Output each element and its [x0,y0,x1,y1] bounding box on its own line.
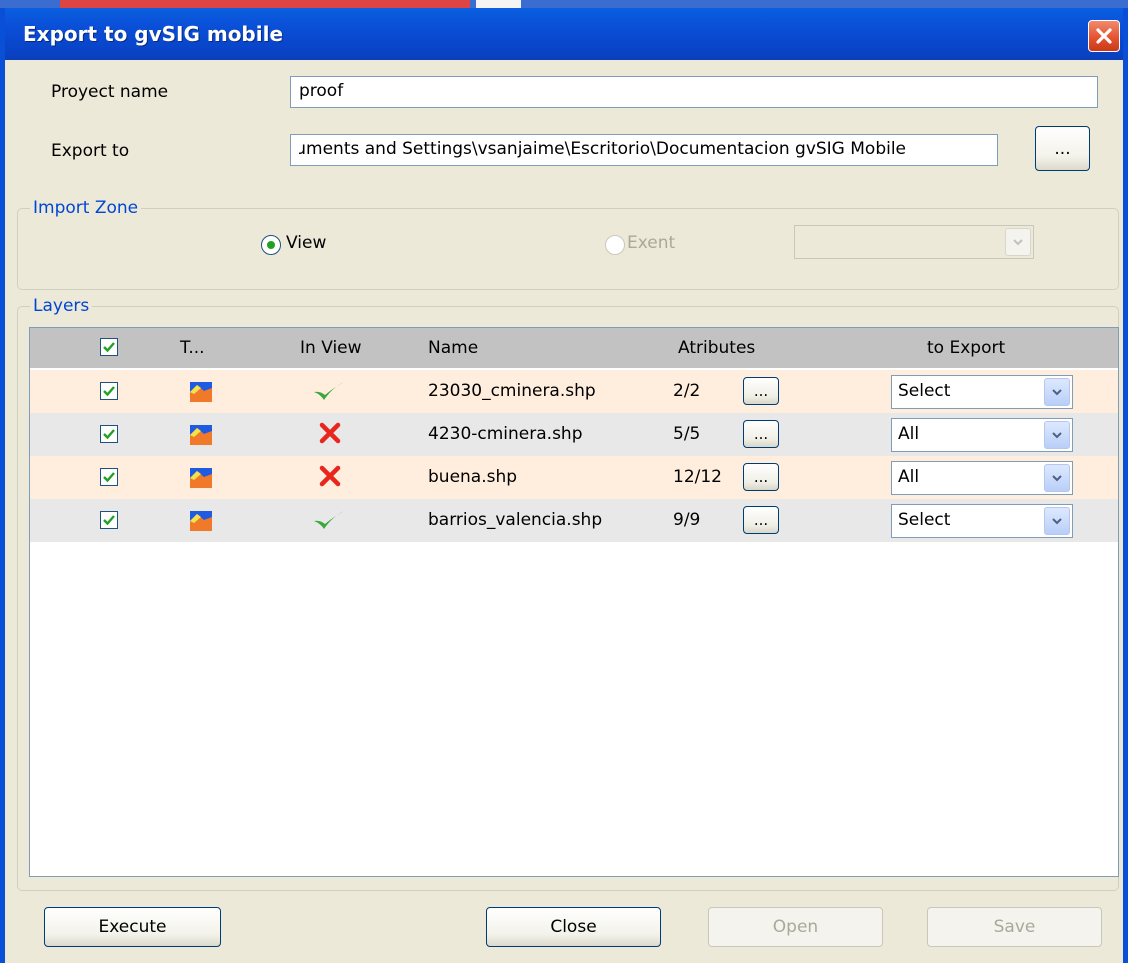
project-name-input[interactable]: proof [290,76,1098,108]
checkmark-icon [103,342,115,353]
polygon-layer-icon [190,382,212,402]
attribute-count: 5/5 [673,424,701,444]
layer-checkbox[interactable] [100,382,118,400]
attribute-count: 9/9 [673,510,701,530]
chevron-down-icon [1044,421,1070,449]
table-row[interactable]: 4230-cminera.shp 5/5 ... All [30,413,1118,456]
table-row[interactable]: 23030_cminera.shp 2/2 ... Select [30,370,1118,413]
checkmark-icon [103,515,115,526]
project-name-label: Proyect name [51,82,169,102]
layer-name: 4230-cminera.shp [428,424,583,444]
export-path-input[interactable]: ɹments and Settings\vsanjaime\Escritorio… [290,134,998,166]
import-zone-title: Import Zone [30,198,142,218]
close-button[interactable]: Close [486,907,661,947]
check-icon [314,511,344,529]
close-window-button[interactable] [1088,20,1120,52]
save-button[interactable]: Save [927,907,1102,947]
check-icon [314,382,344,400]
chevron-down-icon [1044,464,1070,492]
layer-name: 23030_cminera.shp [428,381,596,401]
chevron-down-icon [1005,228,1031,256]
background-window-strip [0,0,1128,8]
polygon-layer-icon [190,468,212,488]
layer-checkbox[interactable] [100,511,118,529]
attributes-button[interactable]: ... [743,377,779,405]
layer-name: buena.shp [428,467,518,487]
cross-icon [319,422,341,444]
table-header: T... In View Name Atributes to Export [30,328,1118,368]
layers-title: Layers [30,296,93,316]
checkmark-icon [103,472,115,483]
attribute-count: 12/12 [673,467,722,487]
attributes-button[interactable]: ... [743,420,779,448]
open-button[interactable]: Open [708,907,883,947]
window-title: Export to gvSIG mobile [23,22,284,46]
column-to-export[interactable]: to Export [927,338,1005,358]
chevron-down-icon [1044,507,1070,535]
extent-radio-label: Exent [627,233,676,253]
layer-checkbox[interactable] [100,468,118,486]
extent-select[interactable] [794,225,1034,259]
select-all-checkbox[interactable] [100,338,118,356]
cross-icon [319,465,341,487]
extent-radio[interactable] [605,235,625,255]
layer-name: barrios_valencia.shp [428,510,603,530]
layer-checkbox[interactable] [100,425,118,443]
column-name[interactable]: Name [428,338,478,358]
column-type[interactable]: T... [180,338,205,358]
export-mode-select[interactable]: All [891,461,1073,495]
export-mode-select[interactable]: Select [891,375,1073,409]
title-bar[interactable]: Export to gvSIG mobile [5,8,1123,60]
table-row[interactable]: buena.shp 12/12 ... All [30,456,1118,499]
view-radio[interactable] [261,235,281,255]
attribute-count: 2/2 [673,381,701,401]
browse-button[interactable]: ... [1035,126,1090,171]
chevron-down-icon [1044,378,1070,406]
export-mode-select[interactable]: All [891,418,1073,452]
execute-button[interactable]: Execute [44,907,221,947]
polygon-layer-icon [190,425,212,445]
export-mode-select[interactable]: Select [891,504,1073,538]
column-in-view[interactable]: In View [300,338,362,358]
table-row[interactable]: barrios_valencia.shp 9/9 ... Select [30,499,1118,542]
view-radio-label: View [286,233,327,253]
export-to-label: Export to [51,141,130,161]
checkmark-icon [103,429,115,440]
polygon-layer-icon [190,511,212,531]
close-icon [1096,28,1112,44]
column-attributes[interactable]: Atributes [678,338,755,358]
layers-table: T... In View Name Atributes to Export 23… [29,327,1119,877]
attributes-button[interactable]: ... [743,506,779,534]
export-dialog: Export to gvSIG mobile Proyect name proo… [0,8,1128,963]
attributes-button[interactable]: ... [743,463,779,491]
checkmark-icon [103,386,115,397]
